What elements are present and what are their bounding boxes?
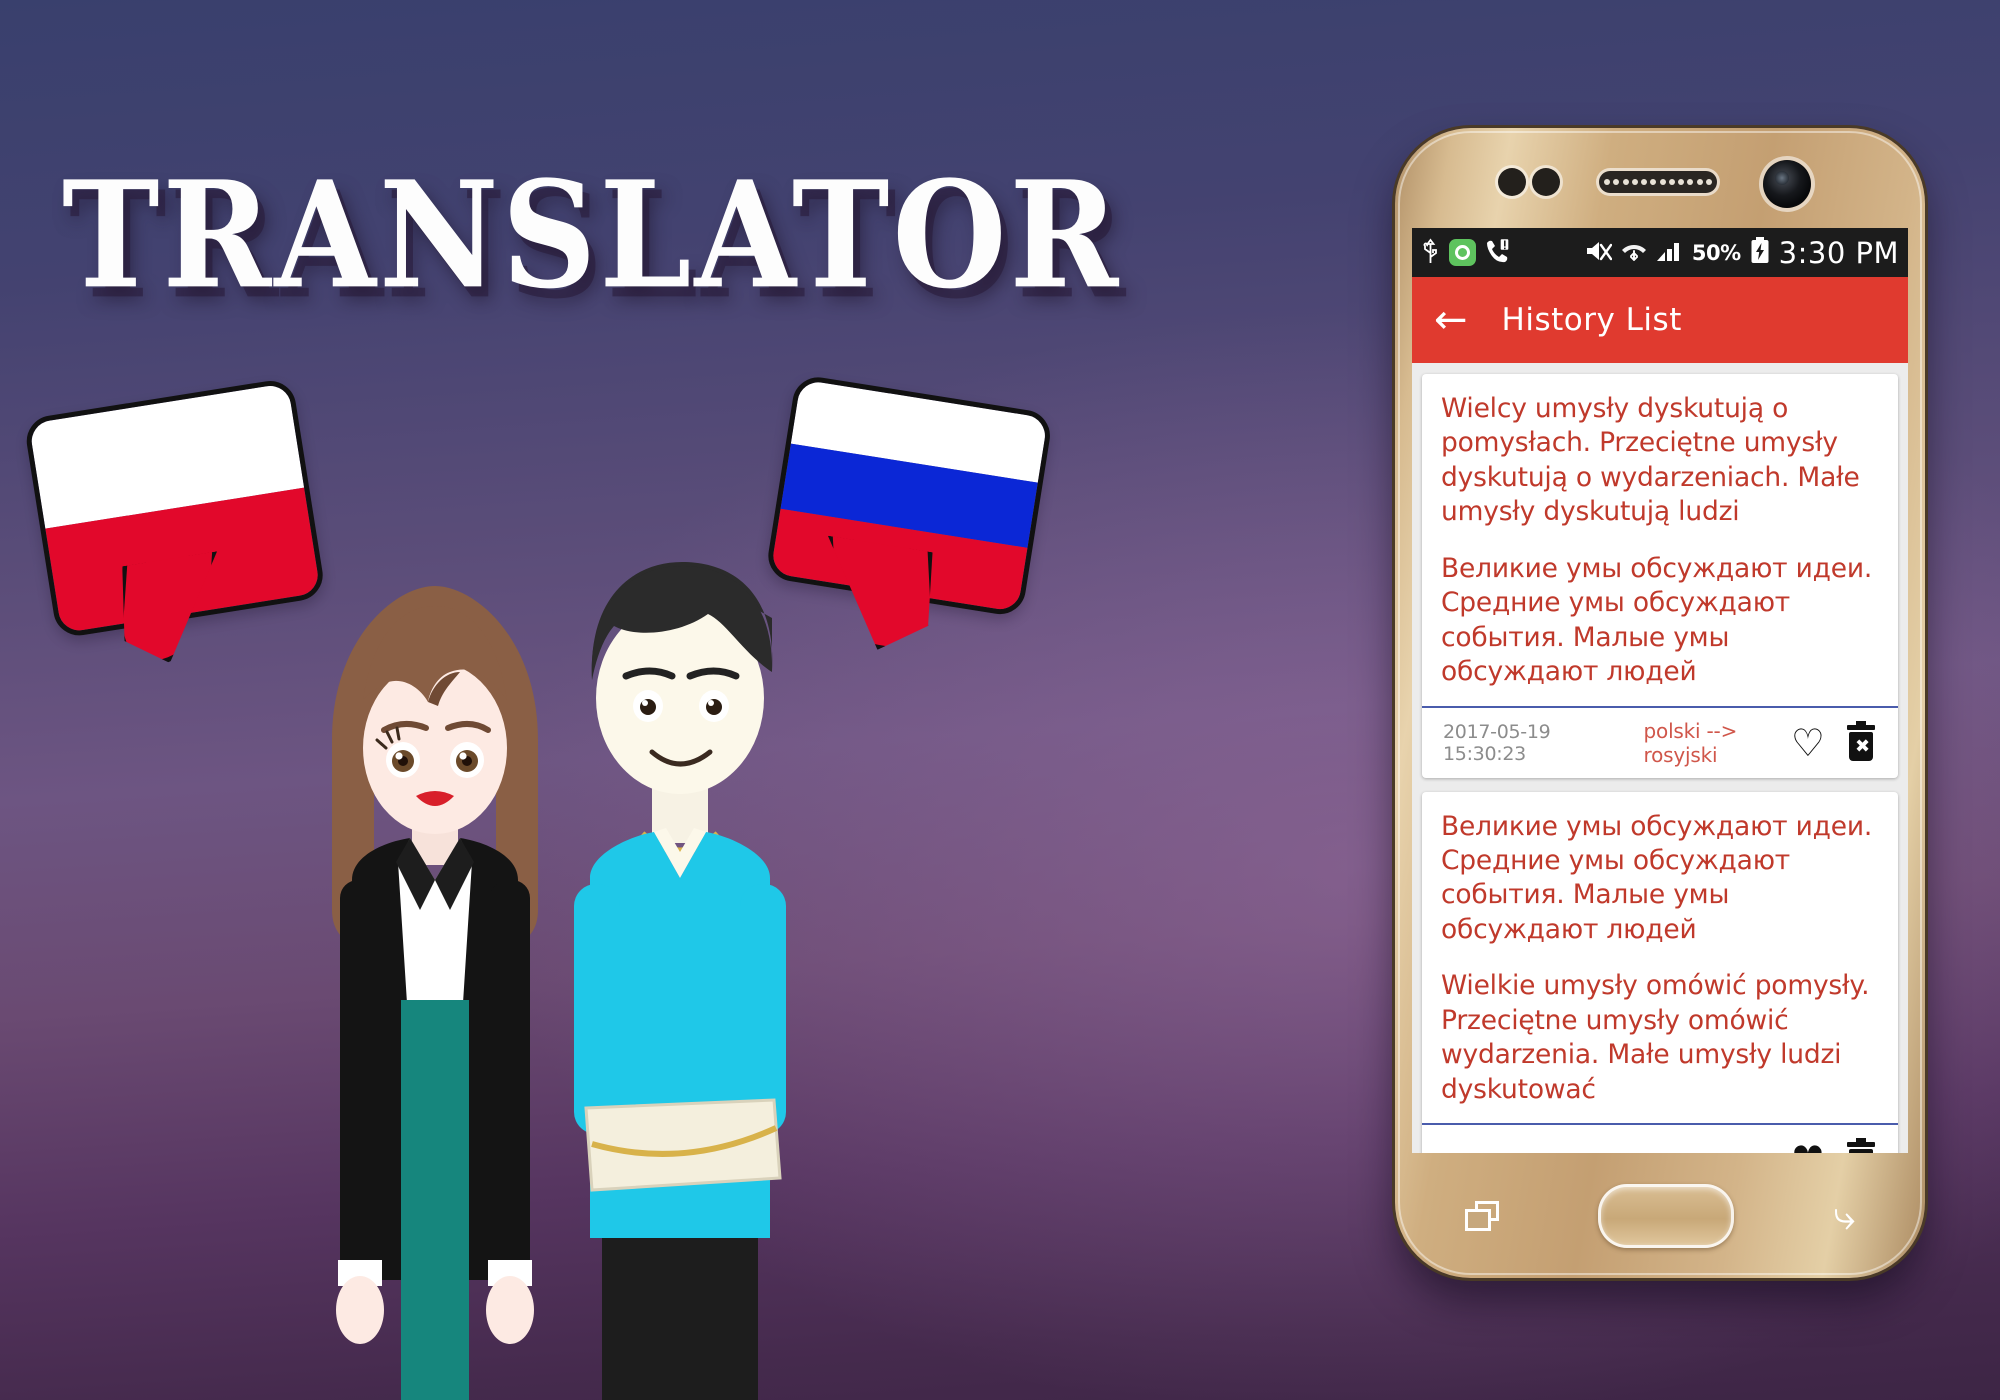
- target-text: Wielkie umysły omówić pomysły. Przeciętn…: [1441, 970, 1870, 1105]
- status-bar-left: [1421, 237, 1510, 268]
- usb-icon: [1421, 238, 1440, 268]
- navigation-bar: ⤶: [1395, 1153, 1925, 1278]
- battery-percent-label: 50%: [1691, 240, 1741, 265]
- card-actions: ♥ ✖: [1791, 1138, 1877, 1153]
- phone-mockup: 50% 3:30 PM ← History List Wielcy umysły…: [1395, 128, 1925, 1278]
- history-card[interactable]: Великие умы обсуждают идеи. Средние умы …: [1422, 791, 1898, 1153]
- status-bar-right: 50% 3:30 PM: [1584, 236, 1899, 270]
- phone-top-bezel: [1395, 128, 1925, 228]
- heart-outline-icon[interactable]: ♡: [1791, 724, 1825, 762]
- phone-screen: 50% 3:30 PM ← History List Wielcy umysły…: [1412, 228, 1908, 1153]
- history-card[interactable]: Wielcy umysły dyskutują o pomysłach. Prz…: [1422, 374, 1898, 778]
- earpiece-speaker: [1599, 171, 1717, 193]
- history-list[interactable]: Wielcy umysły dyskutują o pomysłach. Prz…: [1412, 363, 1908, 1153]
- signal-bars-icon: [1656, 239, 1683, 267]
- charging-battery-icon: [1750, 237, 1770, 268]
- trash-delete-icon[interactable]: ✖: [1845, 720, 1877, 761]
- nav-back-icon[interactable]: ⤶: [1833, 1193, 1855, 1239]
- proximity-sensor-icon: [1498, 168, 1526, 196]
- home-button[interactable]: [1597, 1183, 1734, 1248]
- back-arrow-icon[interactable]: ←: [1434, 300, 1468, 340]
- target-text: Великие умы обсуждают идеи. Средние умы …: [1441, 552, 1873, 688]
- mute-icon: [1584, 239, 1613, 267]
- green-circle-icon: [1449, 239, 1476, 266]
- card-divider: [1422, 1123, 1898, 1125]
- trash-delete-icon[interactable]: ✖: [1845, 1138, 1877, 1153]
- card-meta-row: 2017-05-19 15:30:23 polski --> rosyjski …: [1441, 708, 1879, 778]
- missed-call-icon: [1485, 237, 1510, 268]
- wifi-icon: [1621, 239, 1647, 267]
- light-sensor-icon: [1532, 168, 1560, 196]
- source-text: Великие умы обсуждают идеи. Средние умы …: [1441, 810, 1873, 945]
- app-bar: ← History List: [1412, 277, 1908, 363]
- source-text: Wielcy umysły dyskutują o pomysłach. Prz…: [1441, 393, 1860, 528]
- poster-canvas: TRANSLATOR 50% 3:30 PM ← History List Wi…: [0, 0, 2000, 1400]
- front-camera-icon: [1763, 160, 1811, 208]
- heart-filled-icon[interactable]: ♥: [1791, 1141, 1825, 1153]
- language-pair-label: polski --> rosyjski: [1643, 718, 1738, 767]
- recent-apps-icon[interactable]: [1465, 1200, 1499, 1231]
- timestamp-label: 2017-05-19 15:30:23: [1443, 720, 1551, 765]
- clock-label: 3:30 PM: [1778, 235, 1899, 270]
- app-bar-title: History List: [1501, 302, 1682, 338]
- card-actions: ♡ ✖: [1791, 720, 1877, 762]
- page-title: TRANSLATOR: [62, 148, 1122, 322]
- status-bar: 50% 3:30 PM: [1412, 228, 1908, 277]
- man-character: [574, 562, 786, 1400]
- card-divider: [1422, 705, 1898, 708]
- card-meta-row: ♥ ✖: [1441, 1125, 1879, 1153]
